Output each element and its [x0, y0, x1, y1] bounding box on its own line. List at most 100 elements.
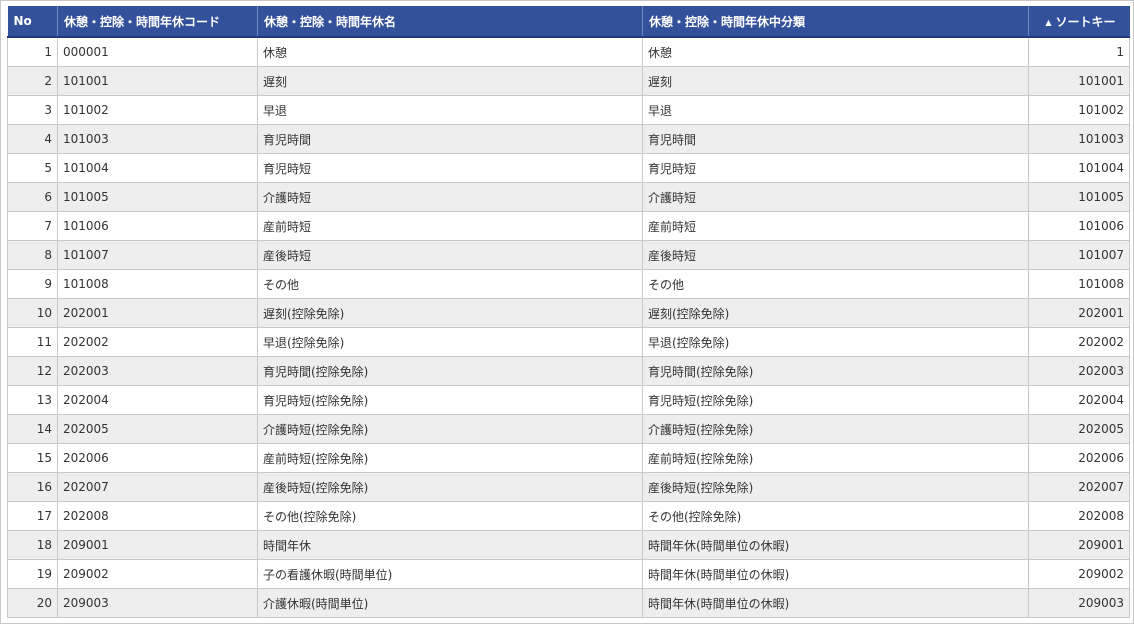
- cell-category: 育児時間(控除免除): [642, 356, 1029, 386]
- table-row[interactable]: 19 209002 子の看護休暇(時間単位) 時間年休(時間単位の休暇) 209002: [7, 559, 1130, 589]
- cell-code: 202006: [57, 443, 258, 473]
- table-row[interactable]: 3 101002 早退 早退 101002: [7, 95, 1130, 125]
- cell-name: 育児時間(控除免除): [257, 356, 643, 386]
- cell-category: 介護時短(控除免除): [642, 414, 1029, 444]
- column-header-sort-key[interactable]: ▲ ソートキー: [1028, 6, 1130, 38]
- cell-no: 15: [7, 443, 58, 473]
- table-row[interactable]: 14 202005 介護時短(控除免除) 介護時短(控除免除) 202005: [7, 414, 1130, 444]
- cell-no: 3: [7, 95, 58, 125]
- cell-code: 202002: [57, 327, 258, 357]
- cell-category: その他(控除免除): [642, 501, 1029, 531]
- cell-category: 産後時短(控除免除): [642, 472, 1029, 502]
- table-row[interactable]: 16 202007 産後時短(控除免除) 産後時短(控除免除) 202007: [7, 472, 1130, 502]
- table-row[interactable]: 17 202008 その他(控除免除) その他(控除免除) 202008: [7, 501, 1130, 531]
- cell-sort-key: 101002: [1028, 95, 1130, 125]
- cell-code: 101003: [57, 124, 258, 154]
- table-row[interactable]: 15 202006 産前時短(控除免除) 産前時短(控除免除) 202006: [7, 443, 1130, 473]
- cell-no: 1: [7, 37, 58, 67]
- cell-name: その他: [257, 269, 643, 299]
- cell-name: 産後時短: [257, 240, 643, 270]
- table-row[interactable]: 13 202004 育児時短(控除免除) 育児時短(控除免除) 202004: [7, 385, 1130, 415]
- cell-sort-key: 202001: [1028, 298, 1130, 328]
- cell-category: 時間年休(時間単位の休暇): [642, 588, 1029, 618]
- cell-name: 子の看護休暇(時間単位): [257, 559, 643, 589]
- cell-no: 8: [7, 240, 58, 270]
- cell-sort-key: 101008: [1028, 269, 1130, 299]
- table-row[interactable]: 9 101008 その他 その他 101008: [7, 269, 1130, 299]
- cell-name: 介護休暇(時間単位): [257, 588, 643, 618]
- cell-code: 202005: [57, 414, 258, 444]
- cell-name: 介護時短(控除免除): [257, 414, 643, 444]
- cell-no: 2: [7, 66, 58, 96]
- table-row[interactable]: 4 101003 育児時間 育児時間 101003: [7, 124, 1130, 154]
- table-row[interactable]: 5 101004 育児時短 育児時短 101004: [7, 153, 1130, 183]
- table-row[interactable]: 12 202003 育児時間(控除免除) 育児時間(控除免除) 202003: [7, 356, 1130, 386]
- cell-no: 20: [7, 588, 58, 618]
- cell-code: 209002: [57, 559, 258, 589]
- cell-code: 101002: [57, 95, 258, 125]
- column-header-code-label: 休憩・控除・時間年休コード: [64, 14, 221, 29]
- cell-name: 遅刻(控除免除): [257, 298, 643, 328]
- cell-category: 休憩: [642, 37, 1029, 67]
- cell-sort-key: 202002: [1028, 327, 1130, 357]
- table-row[interactable]: 11 202002 早退(控除免除) 早退(控除免除) 202002: [7, 327, 1130, 357]
- data-table: No 休憩・控除・時間年休コード 休憩・控除・時間年休名 休憩・控除・時間年休中…: [7, 6, 1130, 618]
- cell-category: 遅刻: [642, 66, 1029, 96]
- table-row[interactable]: 8 101007 産後時短 産後時短 101007: [7, 240, 1130, 270]
- cell-sort-key: 101003: [1028, 124, 1130, 154]
- column-header-name-label: 休憩・控除・時間年休名: [264, 14, 397, 29]
- table-row[interactable]: 20 209003 介護休暇(時間単位) 時間年休(時間単位の休暇) 209003: [7, 588, 1130, 618]
- cell-name: 育児時短(控除免除): [257, 385, 643, 415]
- grid-frame: No 休憩・控除・時間年休コード 休憩・控除・時間年休名 休憩・控除・時間年休中…: [0, 0, 1134, 624]
- cell-sort-key: 202008: [1028, 501, 1130, 531]
- column-header-name[interactable]: 休憩・控除・時間年休名: [257, 6, 643, 38]
- cell-name: 育児時間: [257, 124, 643, 154]
- column-header-no[interactable]: No: [7, 6, 58, 38]
- cell-code: 101005: [57, 182, 258, 212]
- cell-category: 遅刻(控除免除): [642, 298, 1029, 328]
- cell-code: 101001: [57, 66, 258, 96]
- cell-no: 11: [7, 327, 58, 357]
- table-row[interactable]: 1 000001 休憩 休憩 1: [7, 37, 1130, 67]
- cell-category: 早退: [642, 95, 1029, 125]
- table-body: 1 000001 休憩 休憩 1 2 101001 遅刻 遅刻 101001 3 101002 早退 早退…: [7, 37, 1130, 618]
- cell-sort-key: 202004: [1028, 385, 1130, 415]
- cell-no: 12: [7, 356, 58, 386]
- cell-code: 202004: [57, 385, 258, 415]
- cell-sort-key: 202005: [1028, 414, 1130, 444]
- cell-name: 時間年休: [257, 530, 643, 560]
- header-row: No 休憩・控除・時間年休コード 休憩・控除・時間年休名 休憩・控除・時間年休中…: [7, 6, 1130, 38]
- cell-code: 202003: [57, 356, 258, 386]
- cell-no: 14: [7, 414, 58, 444]
- table-row[interactable]: 7 101006 産前時短 産前時短 101006: [7, 211, 1130, 241]
- cell-sort-key: 101001: [1028, 66, 1130, 96]
- cell-name: その他(控除免除): [257, 501, 643, 531]
- cell-code: 101004: [57, 153, 258, 183]
- cell-name: 早退(控除免除): [257, 327, 643, 357]
- column-header-code[interactable]: 休憩・控除・時間年休コード: [57, 6, 258, 38]
- cell-code: 101006: [57, 211, 258, 241]
- column-header-no-label: No: [13, 14, 32, 28]
- cell-sort-key: 1: [1028, 37, 1130, 67]
- cell-code: 101007: [57, 240, 258, 270]
- cell-sort-key: 101005: [1028, 182, 1130, 212]
- cell-name: 早退: [257, 95, 643, 125]
- cell-category: 育児時間: [642, 124, 1029, 154]
- sort-ascending-icon: ▲: [1045, 17, 1052, 27]
- cell-code: 209001: [57, 530, 258, 560]
- cell-no: 18: [7, 530, 58, 560]
- column-header-category[interactable]: 休憩・控除・時間年休中分類: [642, 6, 1029, 38]
- cell-category: 産後時短: [642, 240, 1029, 270]
- cell-category: 介護時短: [642, 182, 1029, 212]
- table-row[interactable]: 10 202001 遅刻(控除免除) 遅刻(控除免除) 202001: [7, 298, 1130, 328]
- table-row[interactable]: 6 101005 介護時短 介護時短 101005: [7, 182, 1130, 212]
- cell-name: 遅刻: [257, 66, 643, 96]
- cell-name: 産前時短(控除免除): [257, 443, 643, 473]
- cell-sort-key: 202006: [1028, 443, 1130, 473]
- cell-no: 9: [7, 269, 58, 299]
- cell-category: その他: [642, 269, 1029, 299]
- cell-category: 産前時短(控除免除): [642, 443, 1029, 473]
- table-row[interactable]: 18 209001 時間年休 時間年休(時間単位の休暇) 209001: [7, 530, 1130, 560]
- table-row[interactable]: 2 101001 遅刻 遅刻 101001: [7, 66, 1130, 96]
- cell-code: 101008: [57, 269, 258, 299]
